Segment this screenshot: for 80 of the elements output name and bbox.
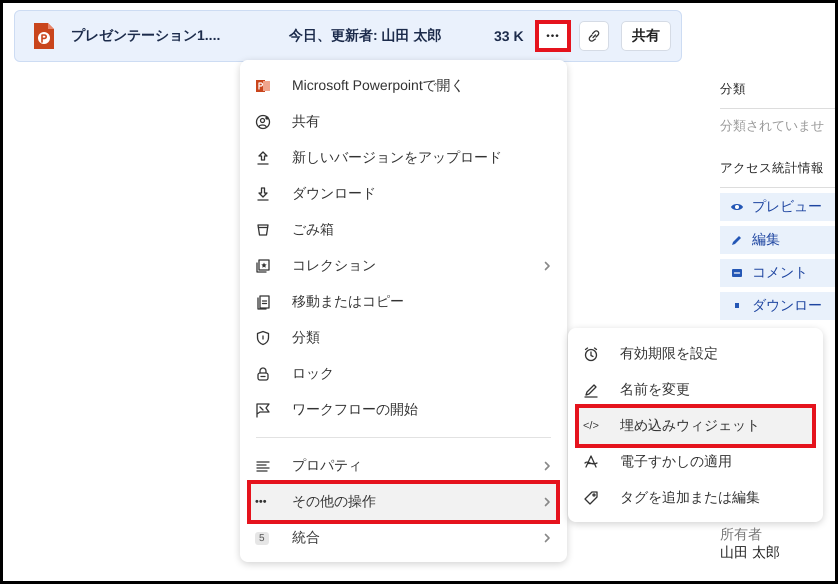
owner-name: 山田 太郎 xyxy=(720,544,781,562)
copy-icon xyxy=(255,294,271,310)
more-button[interactable]: ••• xyxy=(535,20,571,52)
menu-label: プロパティ xyxy=(292,457,363,475)
chevron-icon xyxy=(543,497,551,507)
menu-item[interactable]: 分類 xyxy=(240,320,567,356)
menu-item[interactable]: 有効期限を設定 xyxy=(568,336,823,372)
shield-icon xyxy=(255,330,271,346)
menu-label: ダウンロード xyxy=(292,185,377,203)
upload-icon xyxy=(255,150,271,166)
menu-item[interactable]: Microsoft Powerpointで開く xyxy=(240,68,567,104)
menu-label: その他の操作 xyxy=(292,493,377,511)
menu-label: タグを追加または編集 xyxy=(620,489,761,507)
lock-icon xyxy=(255,366,271,382)
file-name[interactable]: プレゼンテーション1.... xyxy=(71,27,231,45)
menu-label: ごみ箱 xyxy=(292,221,335,239)
menu-label: Microsoft Powerpointで開く xyxy=(292,77,466,95)
menu-icon: ••• xyxy=(255,496,267,508)
owner-label: 所有者 xyxy=(720,526,763,544)
powerpoint-icon xyxy=(255,78,271,94)
section-heading: アクセス統計情報 xyxy=(720,155,835,188)
tag-icon xyxy=(583,490,599,506)
chevron-icon xyxy=(543,533,551,543)
document-icon xyxy=(32,21,56,51)
chevron-icon xyxy=(543,261,551,271)
stat-button[interactable]: ダウンロー xyxy=(720,292,835,320)
menu-label: ワークフローの開始 xyxy=(292,401,419,419)
menu-item[interactable]: </> 埋め込みウィジェット xyxy=(579,408,812,444)
count-badge: 5 xyxy=(255,532,269,544)
pencil-icon xyxy=(730,234,744,246)
menu-label: 埋め込みウィジェット xyxy=(620,417,761,435)
stat-label: ダウンロー xyxy=(752,297,822,315)
stat-label: 編集 xyxy=(752,231,780,249)
menu-label: 新しいバージョンをアップロード xyxy=(292,149,503,167)
share-button[interactable]: 共有 xyxy=(621,21,671,51)
star-card-icon xyxy=(255,258,271,274)
menu-label: 移動またはコピー xyxy=(292,293,405,311)
file-size: 33 K xyxy=(494,28,522,44)
menu-label: ロック xyxy=(292,365,335,383)
menu-icon: </> xyxy=(583,420,599,432)
link-icon xyxy=(586,28,602,44)
menu-item[interactable]: ワークフローの開始 xyxy=(240,392,567,428)
menu-item[interactable]: ごみ箱 xyxy=(240,212,567,248)
menu-label: 統合 xyxy=(292,529,321,547)
letter-icon xyxy=(583,454,599,470)
eye-icon xyxy=(730,201,744,213)
menu-item[interactable]: ••• その他の操作 xyxy=(251,484,556,520)
menu-item[interactable]: ダウンロード xyxy=(240,176,567,212)
alarm-clock-icon xyxy=(583,346,599,362)
classification-value: 分類されていませ xyxy=(720,117,825,135)
stat-button[interactable]: プレビュー xyxy=(720,193,835,221)
menu-label: 有効期限を設定 xyxy=(620,345,719,363)
menu-label: 名前を変更 xyxy=(620,381,691,399)
menu-item[interactable]: 名前を変更 xyxy=(568,372,823,408)
modified-text: 今日、更新者: 山田 太郎 xyxy=(289,27,442,45)
flag-icon xyxy=(255,402,271,418)
chevron-icon xyxy=(543,461,551,471)
user-circle-icon xyxy=(255,114,271,130)
menu-item[interactable]: 5 統合 xyxy=(240,520,567,556)
menu-item[interactable]: 共有 xyxy=(240,104,567,140)
menu-item[interactable]: 電子すかしの適用 xyxy=(568,444,823,480)
trash-icon xyxy=(255,222,271,238)
stat-button[interactable]: コメント xyxy=(720,259,835,287)
menu-item[interactable]: タグを追加または編集 xyxy=(568,480,823,516)
menu-label: 分類 xyxy=(292,329,321,347)
comment-icon xyxy=(730,267,744,279)
menu-item[interactable]: 新しいバージョンをアップロード xyxy=(240,140,567,176)
menu-item[interactable]: 移動またはコピー xyxy=(240,284,567,320)
menu-item[interactable]: コレクション xyxy=(240,248,567,284)
stat-button[interactable]: 編集 xyxy=(720,226,835,254)
menu-item[interactable]: ロック xyxy=(240,356,567,392)
link-button[interactable] xyxy=(579,21,609,51)
stat-label: コメント xyxy=(752,264,808,282)
section-heading: 分類 xyxy=(720,76,835,109)
menu-item[interactable]: プロパティ xyxy=(240,448,567,484)
menu-label: 共有 xyxy=(292,113,321,131)
menu-label: 電子すかしの適用 xyxy=(620,453,733,471)
menu-label: コレクション xyxy=(292,257,377,275)
stat-label: プレビュー xyxy=(752,198,822,216)
pencil-icon xyxy=(583,382,599,398)
